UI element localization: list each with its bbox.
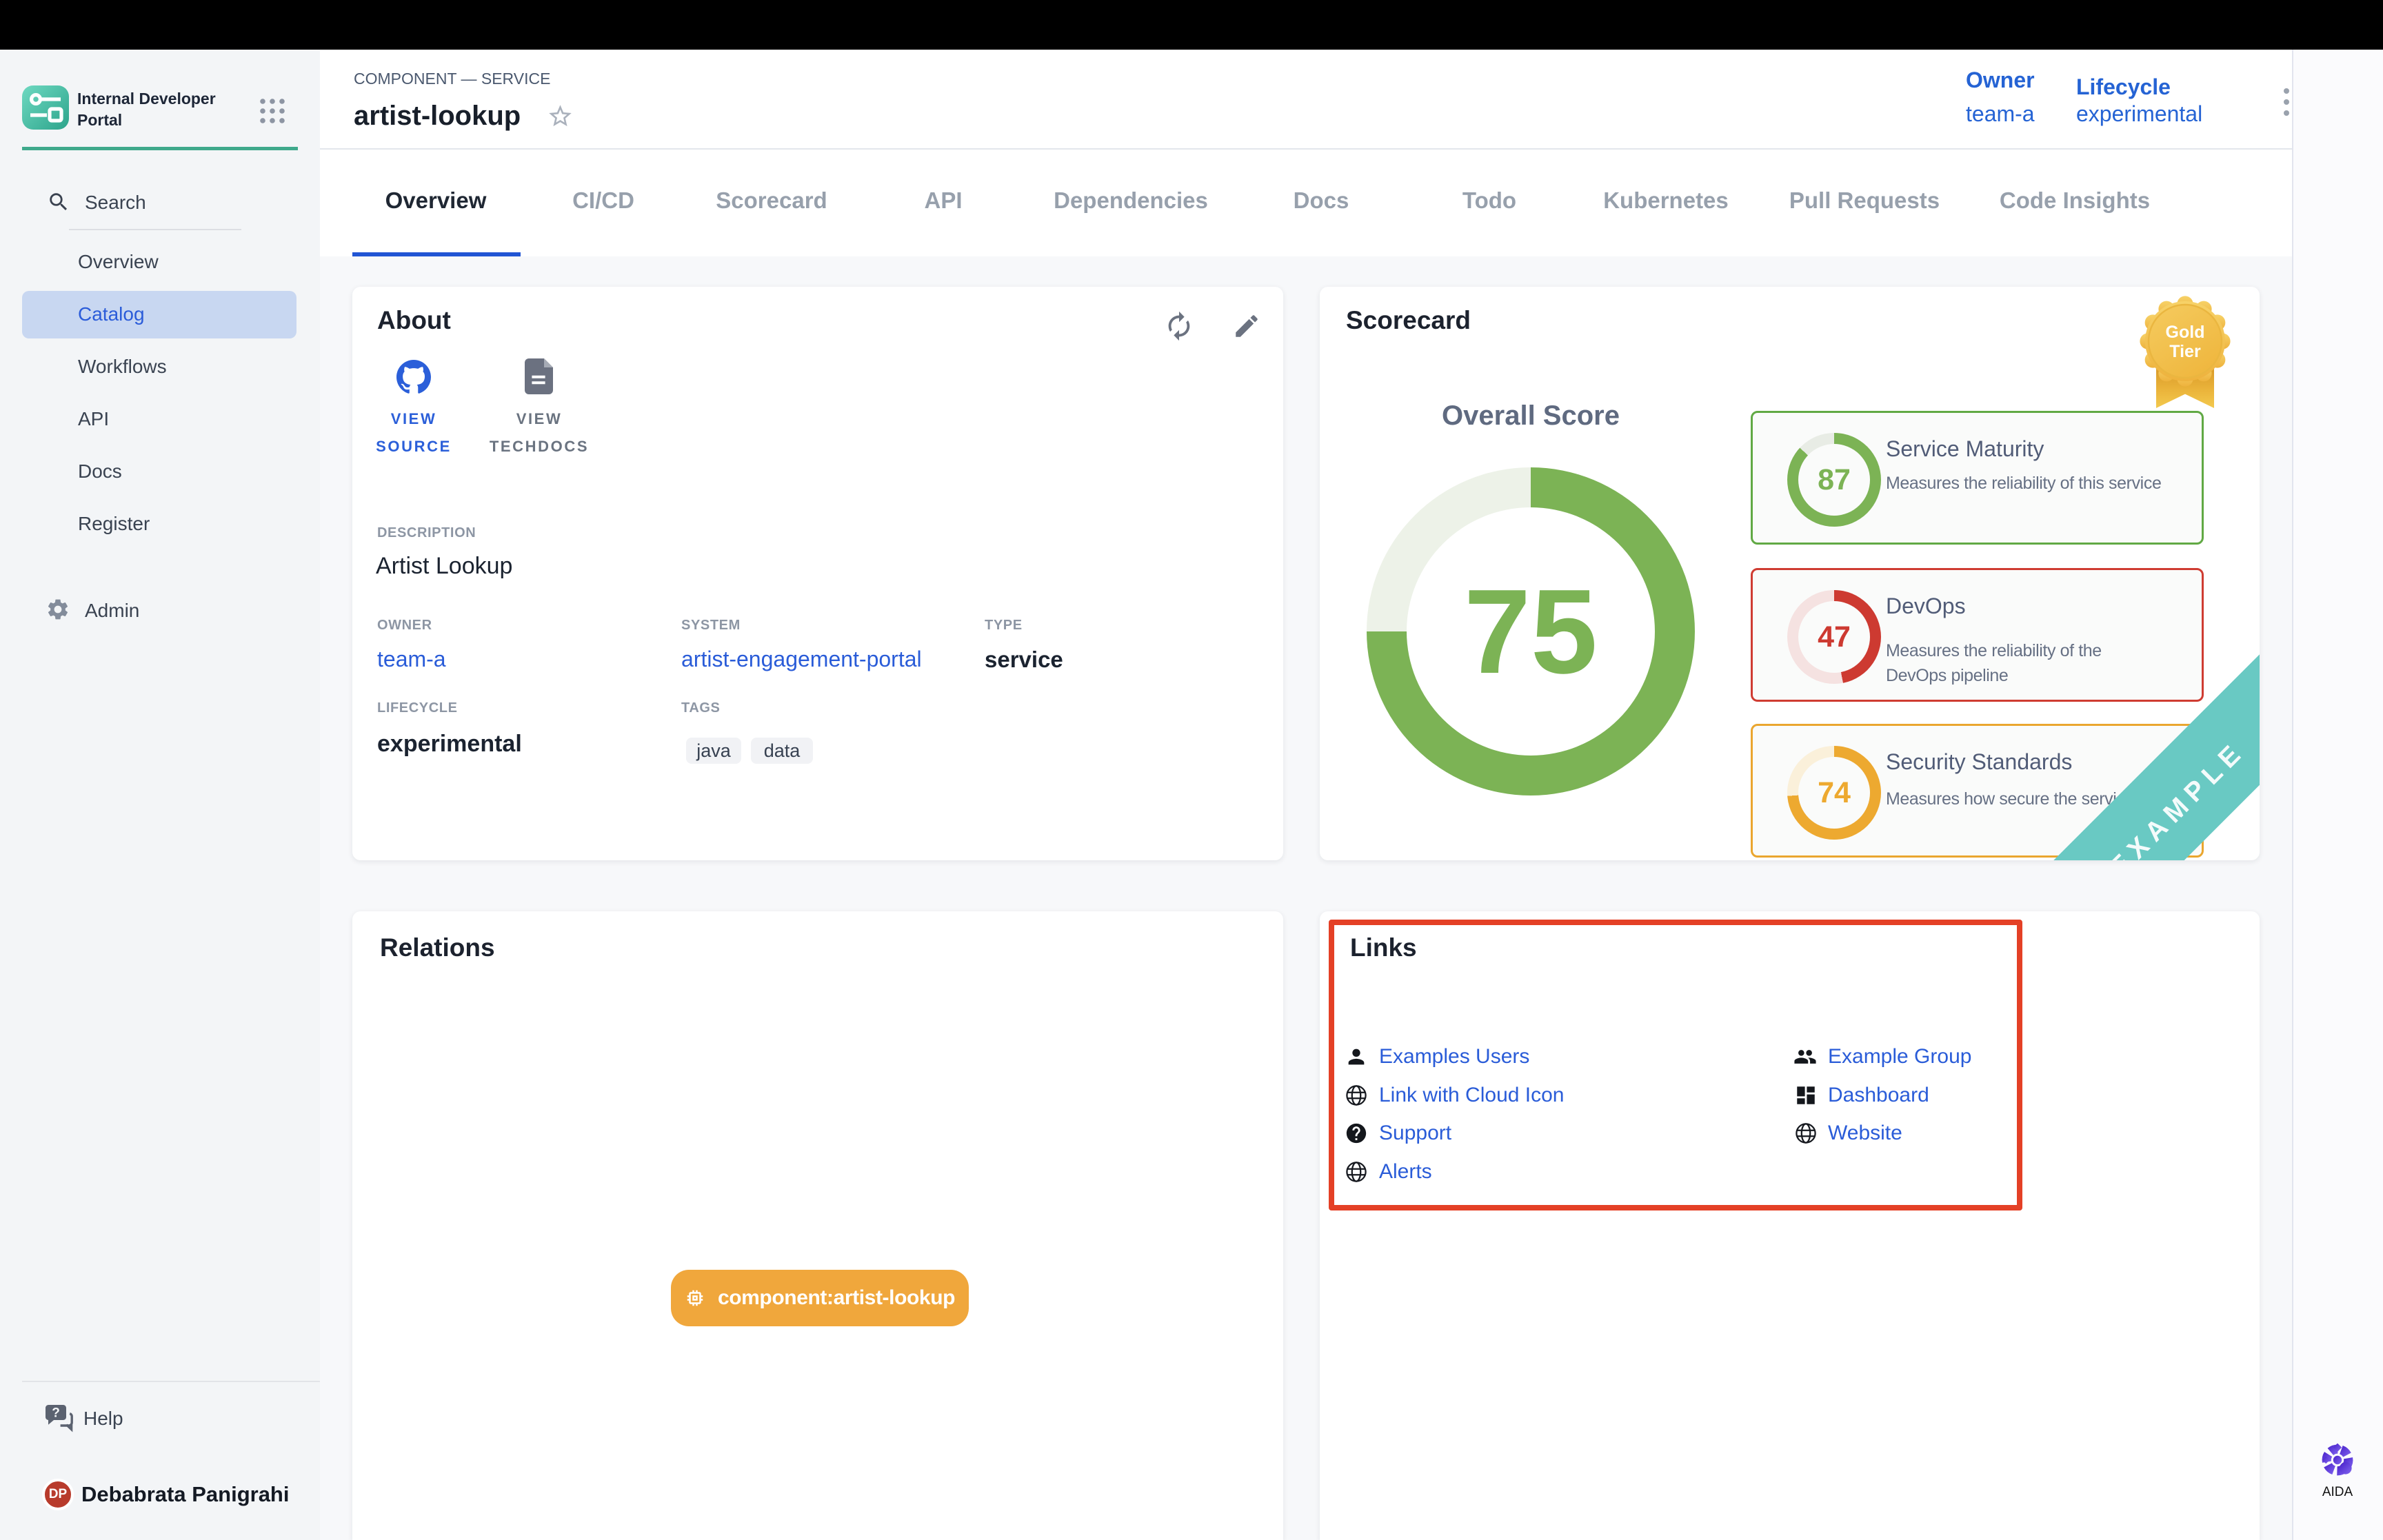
svg-text:Tier: Tier: [2169, 342, 2201, 361]
svg-text:?: ?: [52, 1406, 60, 1420]
svg-text:Gold: Gold: [2166, 323, 2205, 342]
